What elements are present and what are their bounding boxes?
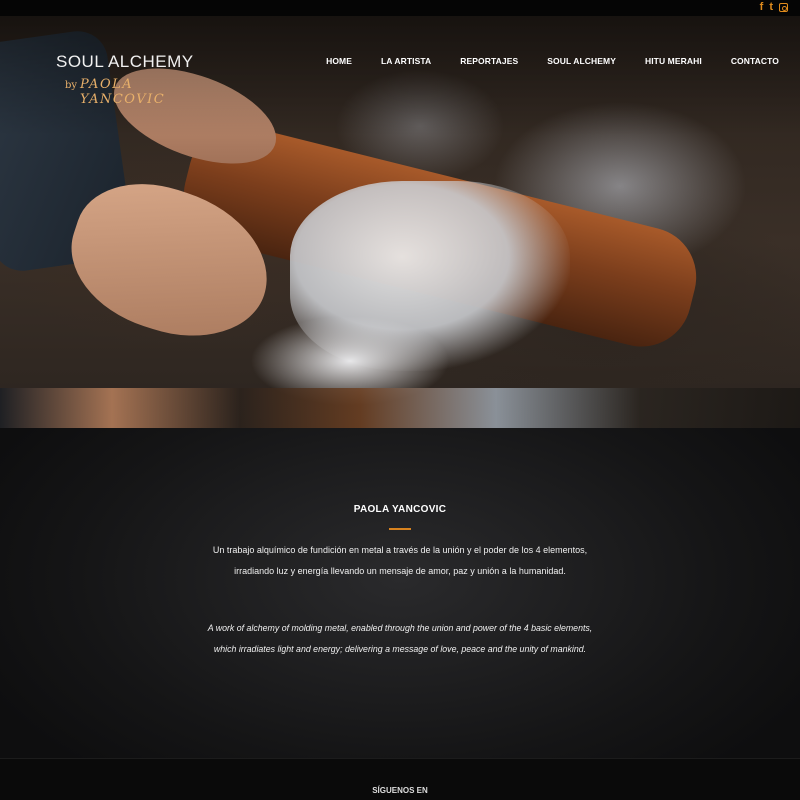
english-line-2: which irradiates light and energy; deliv… [213,644,587,654]
hero-reflection-strip [0,388,800,428]
nav-hitu-merahi[interactable]: HITU MERAHI [645,56,702,66]
footer: SÍGUENOS EN [0,758,800,800]
logo-title: SOUL ALCHEMY [56,52,194,71]
twitter-icon[interactable]: t [769,1,773,14]
site-logo[interactable]: SOUL ALCHEMY by PAOLA YANCOVIC [56,52,216,107]
title-divider [389,528,411,530]
logo-name: PAOLA YANCOVIC [80,77,166,107]
follow-us-label: SÍGUENOS EN [372,786,428,795]
spanish-description: Un trabajo alquímico de fundición en met… [0,540,800,582]
nav-home[interactable]: HOME [326,56,352,66]
logo-by: by [65,80,78,91]
nav-la-artista[interactable]: LA ARTISTA [381,56,431,66]
top-bar: f t [0,0,800,16]
instagram-icon[interactable] [779,3,788,12]
section-title: PAOLA YANCOVIC [353,504,447,515]
nav-contacto[interactable]: CONTACTO [731,56,779,66]
nav-reportajes[interactable]: REPORTAJES [460,56,518,66]
intro-section: PAOLA YANCOVIC Un trabajo alquímico de f… [0,428,800,758]
english-line-1: A work of alchemy of molding metal, enab… [207,623,593,633]
main-nav: HOME LA ARTISTA REPORTAJES SOUL ALCHEMY … [326,56,779,66]
nav-soul-alchemy[interactable]: SOUL ALCHEMY [547,56,616,66]
spanish-line-1: Un trabajo alquímico de fundición en met… [212,545,588,555]
facebook-icon[interactable]: f [760,1,764,14]
english-description: A work of alchemy of molding metal, enab… [0,618,800,660]
hero-image: SOUL ALCHEMY by PAOLA YANCOVIC HOME LA A… [0,16,800,428]
spanish-line-2: irradiando luz y energía llevando un men… [234,566,566,576]
social-links: f t [760,1,788,14]
